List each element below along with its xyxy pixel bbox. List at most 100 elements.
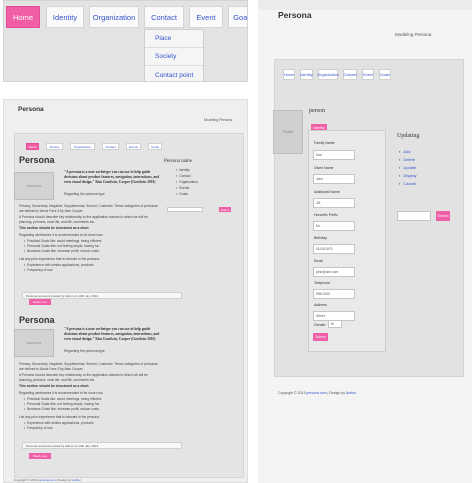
quote-source: Regarding the persona type [64,192,105,196]
intro-text: Primary, Secondary, Negative, Supplement… [19,362,158,371]
sidebar-item-events[interactable]: Events [176,186,189,190]
persona-image: PERSONA [14,329,54,357]
nav-goals-button[interactable]: Goals [228,6,247,28]
gender-select[interactable]: M [328,320,342,328]
list-item: Business Goals like: increase profit, re… [24,407,99,412]
nav-organization-button[interactable]: Organization [317,69,339,80]
modeling-label: Modeling Persona [395,32,432,37]
nav-contact-button[interactable]: Contact [343,69,357,80]
family-name-input[interactable]: Doe [313,150,355,160]
intro-text: Primary, Secondary, Negative, Supplement… [19,204,158,213]
field-label: Honorific Prefix [314,213,338,217]
footer-designer-link[interactable]: Author [346,391,356,395]
search-input[interactable] [167,207,203,212]
field-label: Address [314,303,327,307]
persona-heading: person [309,108,325,114]
updating-heading: Updating [397,133,420,139]
article-heading: Persona [19,315,55,325]
honorific-prefix-input[interactable]: Mr [313,221,355,231]
list-item: Frequency of use [24,426,52,431]
footer-design-label: Design by [329,391,345,395]
search-button[interactable]: Search [219,207,231,212]
sidebar-item-contact[interactable]: Contact [176,174,190,178]
field-label: Telephone [314,281,331,285]
read-more-button[interactable]: Read more [29,299,51,305]
list-item: Frequency of use [24,268,52,273]
nav-organization-button[interactable]: Organization [70,143,95,150]
field-label: Family Name [314,141,335,145]
sidebar-item-identity[interactable]: Identity [176,168,190,172]
search-input[interactable] [397,211,431,221]
page-title: Persona [18,106,44,113]
dropdown-item-place[interactable]: Place [145,30,203,48]
form-page-screenshot: Persona Modeling Persona Home Identity O… [258,0,472,483]
submit-button[interactable]: Submit [313,333,328,341]
nav-contact-button[interactable]: Contact [102,143,119,150]
list-item: Personal Goals like: not feeling stupid,… [24,244,99,249]
dropdown-item-society[interactable]: Society [145,48,203,66]
telephone-input[interactable]: 555-0100 [313,289,355,299]
nav-identity-button[interactable]: Identity [46,143,63,150]
nav-goals-button[interactable]: Goals [379,69,391,80]
modeling-label: Modeling Persona [204,118,233,122]
sidebar-item-organization[interactable]: Organization [176,180,198,184]
list-item: Experience with similar applications, pr… [24,421,94,426]
nav-goals-button[interactable]: Goals [148,143,162,150]
updating-item-display[interactable]: Display [399,173,416,178]
list-item: Experience with similar applications, pr… [24,263,94,268]
sidebar-item-goals[interactable]: Goals [176,192,188,196]
section-text: Regarding wireframes it is recommended t… [19,391,104,395]
footer-copyright: Copyright © 2013 [14,478,38,482]
list-item: Practical Goals like: avoid meetings, be… [24,239,101,244]
field-label: Birthday [314,236,327,240]
footer-site-link[interactable]: persona.com [38,478,55,482]
list-item: Practical Goals like: avoid meetings, be… [24,397,101,402]
page-title: Persona [278,10,312,20]
nav-home-button[interactable]: Home [6,6,40,28]
list-item: Business Goals like: increase profit, re… [24,249,99,254]
persona-page-screenshot: Persona Modeling Persona Home Identity O… [3,99,248,483]
updating-item-cancel[interactable]: Cancel [399,181,415,186]
additional-name-input[interactable]: JM [313,198,355,208]
footer-site-link[interactable]: persona.com [306,391,326,395]
sidebar-title: Persona name [164,159,192,164]
field-label: Given Name [314,166,334,170]
email-input[interactable]: john@doe.com [313,267,355,277]
list-item: Personal Goals like: not feeling stupid,… [24,402,99,407]
field-label: Email [314,259,323,263]
nav-home-button[interactable]: Home [283,69,295,80]
nav-home-button[interactable]: Home [26,143,39,150]
nav-contact-button[interactable]: Contact [144,6,184,28]
updating-item-update[interactable]: Update [399,165,416,170]
nav-identity-button[interactable]: Identity [300,69,313,80]
section-text: List any prior experience that is releva… [19,257,101,261]
dropdown-item-contact-point[interactable]: Contact point [145,66,203,81]
quote-source: Regarding the persona type [64,349,105,353]
nav-identity-button[interactable]: Identity [46,6,84,28]
updating-item-delete[interactable]: Delete [399,157,415,162]
birthday-input[interactable]: 01/01/1970 [313,244,355,254]
article-heading: Persona [19,155,55,165]
note-text: A Persona should describe key relationsh… [19,215,148,224]
comment-bar: Persona comment posted by Admin on 10th … [22,292,182,299]
section-text: Regarding wireframes it is recommended t… [19,233,104,237]
header-strip [258,0,472,10]
footer-design-label: Design by [58,478,72,482]
section-bold-text: This section should be structured as a s… [19,226,90,230]
updating-item-add[interactable]: Add [399,149,410,154]
footer: Copyright © 2013 persona.com | Design by… [14,478,81,482]
field-label: Additional Name [314,190,340,194]
search-button[interactable]: Search [436,211,450,221]
section-text: List any prior experience that is releva… [19,415,101,419]
persona-quote: "A persona is a user archetype you can u… [64,327,160,341]
nav-organization-button[interactable]: Organization [89,6,139,28]
given-name-input[interactable]: John [313,174,355,184]
nav-event-button[interactable]: Event [362,69,374,80]
read-more-button[interactable]: Read more [29,453,51,459]
footer-designer-link[interactable]: Author [72,478,81,482]
nav-events-button[interactable]: Events [126,143,141,150]
nav-event-button[interactable]: Event [189,6,223,28]
footer-copyright: Copyright © 2013 [278,391,306,395]
contact-dropdown-menu: Place Society Contact point [144,29,204,81]
nav-screenshot-panel: Home Identity Organization Contact Event… [3,0,248,82]
